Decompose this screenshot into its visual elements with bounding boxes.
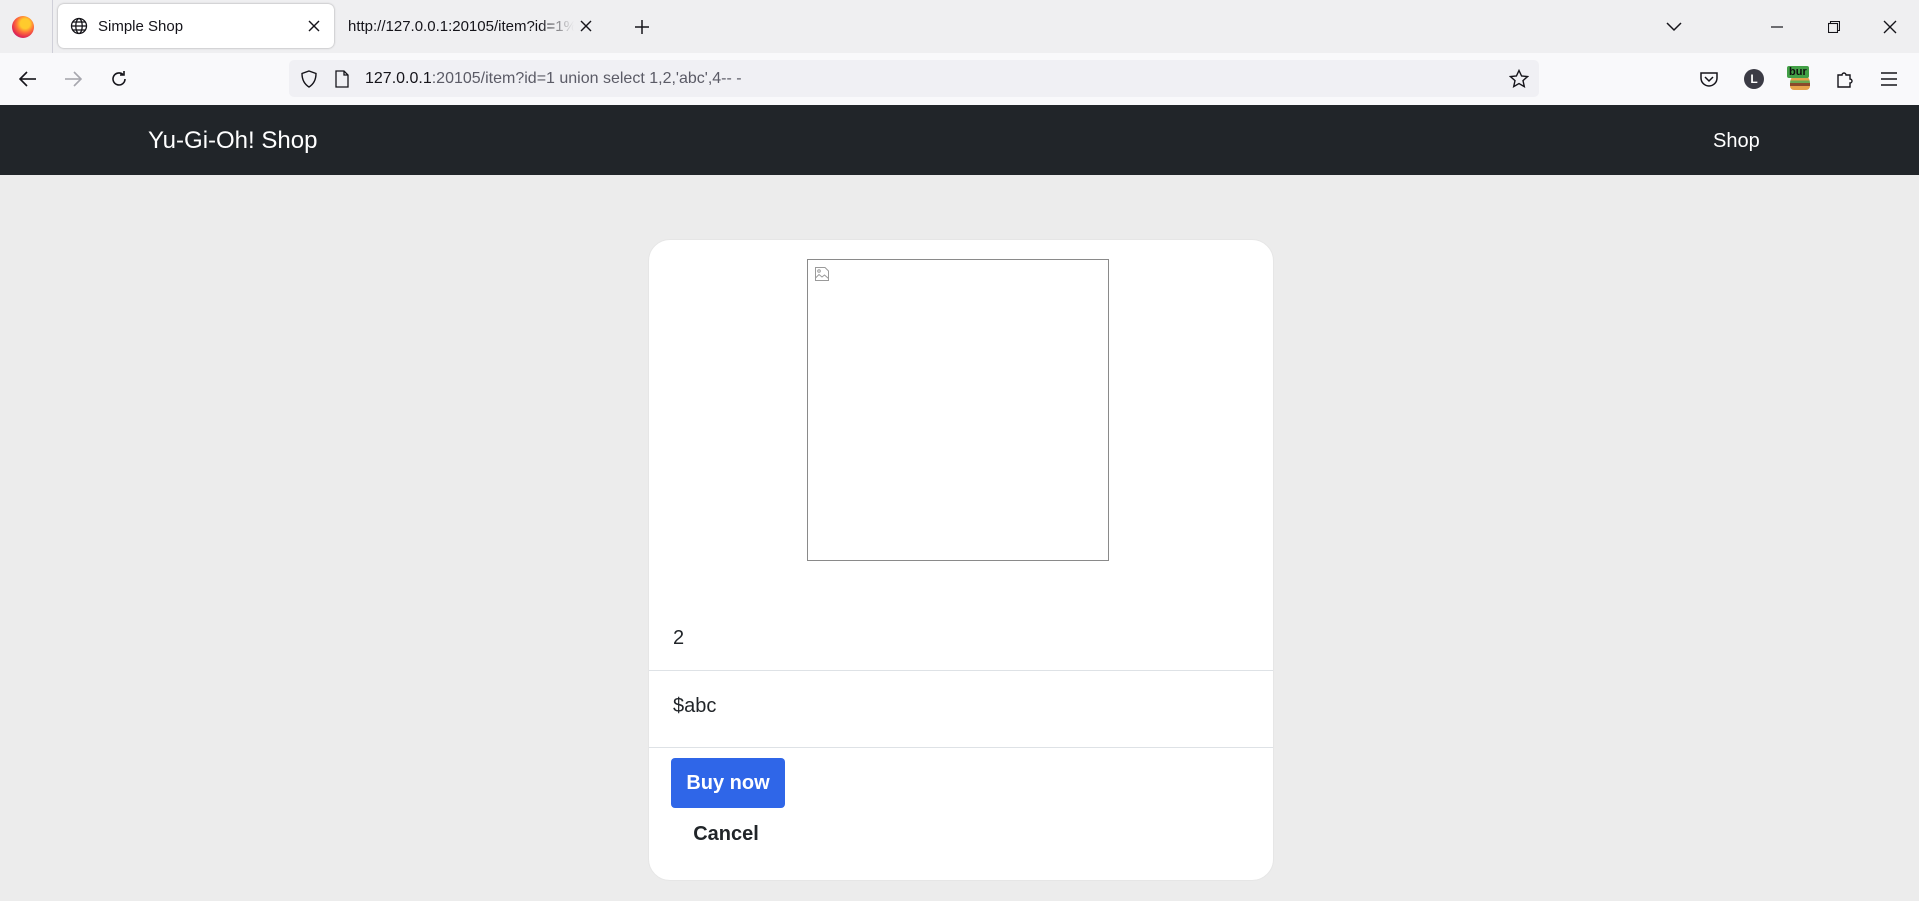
bookmark-star-icon[interactable] bbox=[1509, 69, 1529, 89]
pocket-icon[interactable] bbox=[1693, 63, 1725, 95]
product-name: 2 bbox=[673, 627, 685, 649]
globe-icon bbox=[70, 17, 88, 35]
list-all-tabs-chevron-down-icon[interactable] bbox=[1658, 11, 1690, 43]
tracking-protection-shield-icon[interactable] bbox=[299, 69, 319, 89]
url-host: 127.0.0.1 bbox=[365, 70, 432, 87]
cancel-button[interactable]: Cancel bbox=[671, 810, 781, 858]
product-price-row: $abc bbox=[649, 671, 1273, 748]
reload-icon[interactable] bbox=[103, 63, 135, 95]
product-image bbox=[807, 259, 1109, 561]
tab-bar-divider bbox=[52, 0, 53, 53]
browser-tab-bar: Simple Shop http://127.0.0.1:20105/item?… bbox=[0, 0, 1919, 53]
restore-window-icon[interactable] bbox=[1818, 11, 1850, 43]
minimize-window-icon[interactable] bbox=[1761, 11, 1793, 43]
tab-title: http://127.0.0.1:20105/item?id=1%20union… bbox=[348, 17, 574, 35]
broken-image-icon bbox=[815, 267, 829, 281]
page-info-icon[interactable] bbox=[332, 69, 352, 89]
close-tab-icon[interactable] bbox=[302, 14, 326, 38]
buy-now-button[interactable]: Buy now bbox=[671, 758, 785, 808]
extension-badge-label: bur bbox=[1787, 66, 1809, 78]
site-navbar: Yu-Gi-Oh! Shop Shop bbox=[0, 105, 1919, 175]
product-name-row: 2 bbox=[649, 608, 1273, 671]
new-tab-plus-icon[interactable] bbox=[629, 14, 655, 40]
burger-icon: bur bbox=[1787, 66, 1813, 92]
back-arrow-icon[interactable] bbox=[12, 63, 44, 95]
nav-link-shop[interactable]: Shop bbox=[1713, 130, 1760, 153]
firefox-logo-icon[interactable] bbox=[12, 16, 34, 38]
forward-arrow-icon[interactable] bbox=[57, 63, 89, 95]
product-price: $abc bbox=[673, 695, 717, 717]
url-path: :20105/item?id=1 union select 1,2,'abc',… bbox=[431, 70, 742, 87]
tab-simple-shop[interactable]: Simple Shop bbox=[58, 4, 334, 48]
close-tab-icon[interactable] bbox=[574, 14, 598, 38]
url-text[interactable]: 127.0.0.1:20105/item?id=1 union select 1… bbox=[365, 70, 742, 88]
url-bar[interactable]: 127.0.0.1:20105/item?id=1 union select 1… bbox=[289, 60, 1539, 97]
profile-initial: L bbox=[1744, 69, 1764, 89]
tab-title: Simple Shop bbox=[98, 17, 184, 35]
product-card: 2 $abc Buy now Cancel bbox=[648, 239, 1274, 881]
browser-toolbar: 127.0.0.1:20105/item?id=1 union select 1… bbox=[0, 53, 1919, 106]
tab-item-url[interactable]: http://127.0.0.1:20105/item?id=1%20union… bbox=[336, 4, 606, 48]
extensions-puzzle-icon[interactable] bbox=[1829, 63, 1861, 95]
burger-extension-icon[interactable]: bur bbox=[1784, 63, 1816, 95]
site-brand[interactable]: Yu-Gi-Oh! Shop bbox=[148, 127, 317, 155]
app-menu-hamburger-icon[interactable] bbox=[1873, 63, 1905, 95]
profile-avatar[interactable]: L bbox=[1738, 63, 1770, 95]
close-window-icon[interactable] bbox=[1874, 11, 1906, 43]
